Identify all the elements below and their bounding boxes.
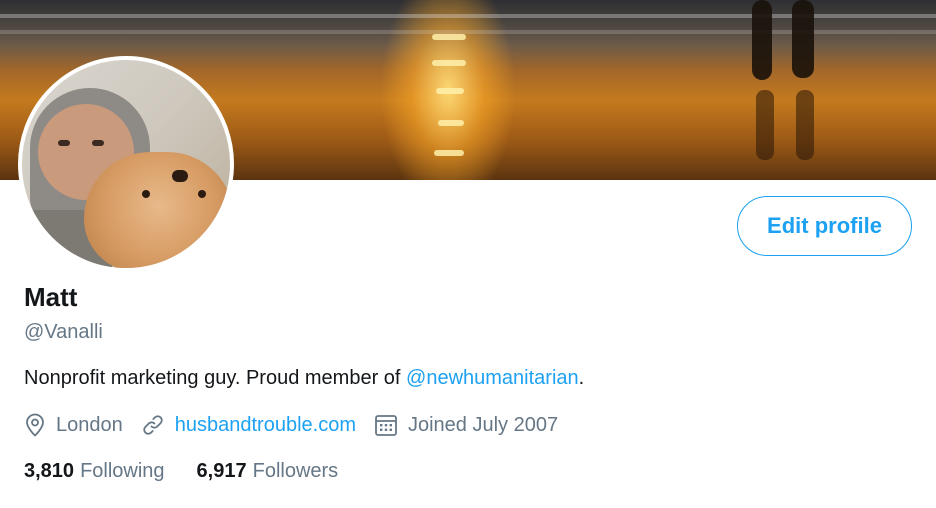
- bio-end: .: [578, 367, 585, 389]
- location-text: London: [56, 413, 123, 436]
- followers-count: 6,917: [196, 459, 247, 482]
- banner-glint: [432, 60, 466, 66]
- location-pin-icon: [26, 413, 44, 437]
- avatar-eye: [92, 140, 104, 146]
- joined-text: Joined July 2007: [407, 413, 559, 436]
- bio-mention-link[interactable]: @newhumanitarian: [406, 367, 579, 389]
- avatar-dog-eye: [142, 190, 150, 198]
- avatar-dog-eye: [198, 190, 206, 198]
- banner-figure: [792, 0, 814, 78]
- banner-glint: [438, 120, 464, 126]
- banner-figure: [752, 0, 772, 80]
- avatar-eye: [58, 140, 70, 146]
- banner-reflection: [756, 90, 774, 160]
- following-count: 3,810: [24, 459, 75, 482]
- bio-text: Nonprofit marketing guy. Proud member of: [24, 367, 407, 389]
- followers-label: Followers: [252, 459, 339, 482]
- profile-meta: London husbandtrouble.com Joined July 20…: [24, 410, 576, 440]
- following-label: Following: [80, 459, 165, 482]
- edit-profile-button[interactable]: Edit profile: [737, 196, 912, 256]
- avatar-dog: [84, 152, 230, 268]
- profile-bio: Nonprofit marketing guy. Proud member of…: [24, 367, 584, 390]
- following-stat[interactable]: 3,810 Following: [24, 460, 165, 483]
- link-icon: [143, 415, 163, 435]
- profile-name: Matt: [24, 282, 78, 312]
- profile-handle: @Vanalli: [24, 321, 103, 343]
- location-item: London: [24, 413, 123, 437]
- avatar-dog-nose: [172, 170, 188, 182]
- website-link[interactable]: husbandtrouble.com: [175, 414, 356, 437]
- banner-glint: [432, 34, 466, 40]
- banner-glint: [434, 150, 464, 156]
- joined-item: Joined July 2007: [374, 413, 558, 437]
- calendar-icon: [375, 415, 397, 436]
- avatar[interactable]: [18, 56, 234, 272]
- website-item[interactable]: husbandtrouble.com: [141, 413, 356, 437]
- banner-reflection: [796, 90, 814, 160]
- profile-stats: 3,810 Following 6,917 Followers: [24, 456, 370, 486]
- followers-stat[interactable]: 6,917 Followers: [197, 460, 339, 483]
- banner-glint: [436, 88, 464, 94]
